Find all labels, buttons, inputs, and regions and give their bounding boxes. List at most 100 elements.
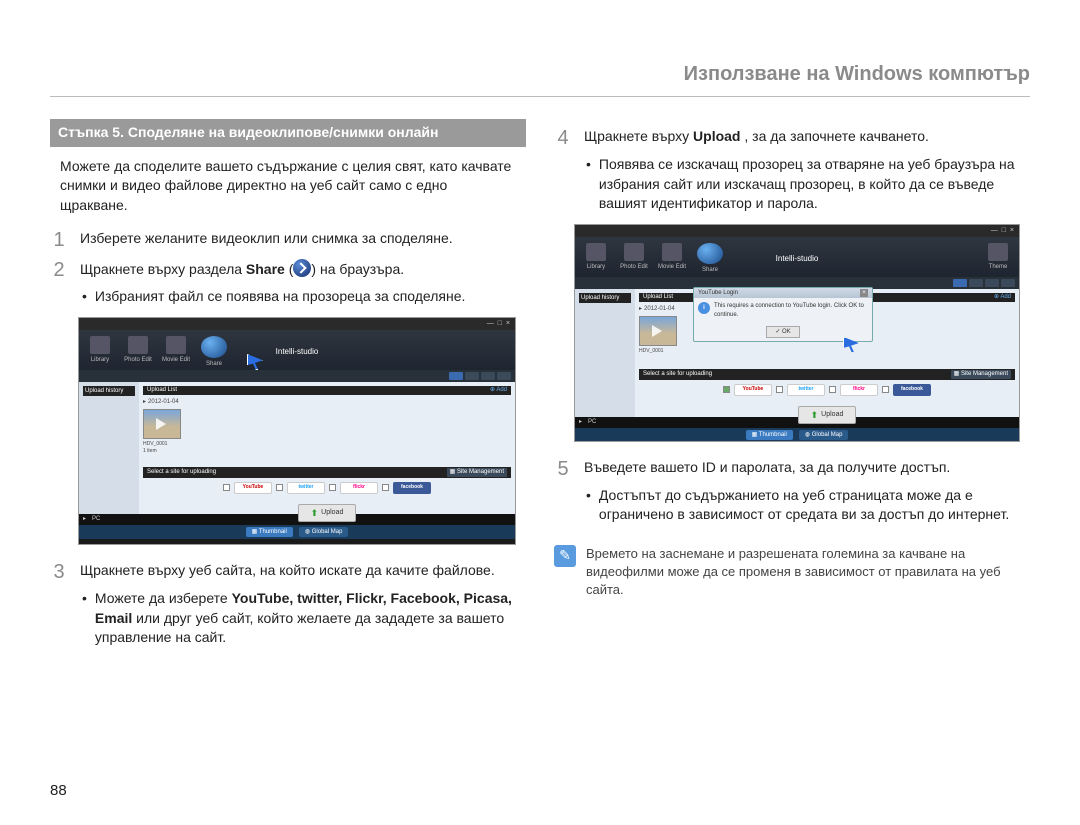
step-1: 1 Изберете желаните видеоклип или снимка… xyxy=(50,229,526,251)
window-controls-icon: — □ × xyxy=(991,226,1015,236)
footer-label: Global Map xyxy=(312,529,343,535)
footer-thumbnail: ▦ Thumbnail xyxy=(746,430,793,440)
toolbar-label: Share xyxy=(206,360,222,368)
view-tab xyxy=(465,372,479,380)
checkbox-icon xyxy=(882,386,889,393)
site-flickr: flickr xyxy=(340,482,378,494)
text-fragment: или друг уеб сайт, който желаете да зада… xyxy=(95,610,504,646)
sidebar-header: Upload history xyxy=(83,386,135,396)
footer-label: Global Map xyxy=(812,432,843,438)
ss-toolbar-wrap: Intelli-studio Library Photo Edit Movie … xyxy=(575,237,1019,277)
right-controls: ▦ Site Management xyxy=(951,370,1011,378)
toolbar-label: Theme xyxy=(989,263,1008,271)
view-tab xyxy=(985,279,999,287)
checkbox-icon xyxy=(382,484,389,491)
site-twitter: twitter xyxy=(287,482,325,494)
text-fragment: , за да започнете качването. xyxy=(744,128,929,144)
site-facebook: facebook xyxy=(893,384,931,396)
share-icon xyxy=(293,259,311,277)
left-column: Стъпка 5. Споделяне на видеоклипове/сним… xyxy=(50,119,526,656)
ss-titlebar: — □ × xyxy=(79,318,515,330)
site-row: YouTube twitter flickr facebook xyxy=(143,478,511,498)
footer-label: Thumbnail xyxy=(259,529,287,535)
dialog-header: YouTube Login × xyxy=(694,288,872,298)
view-tab xyxy=(481,372,495,380)
step-5-text: Въведете вашето ID и паролата, за да пол… xyxy=(584,458,1030,478)
text-fragment: Можете да изберете xyxy=(95,590,232,606)
checkbox-icon xyxy=(776,386,783,393)
info-icon: i xyxy=(698,302,710,314)
ss-tabbar xyxy=(79,370,515,382)
app-title: Intelli-studio xyxy=(276,346,319,357)
video-thumbnail xyxy=(639,316,677,346)
site-youtube: YouTube xyxy=(734,384,772,396)
ss-sidebar: Upload history xyxy=(575,289,635,417)
site-mgmt-button: ▦ Site Management xyxy=(951,370,1011,378)
ok-label: OK xyxy=(782,329,791,335)
checkbox-checked-icon xyxy=(723,386,730,393)
ss-footer: ▦ Thumbnail ◍ Global Map xyxy=(79,525,515,539)
add-label: Add xyxy=(1000,294,1011,300)
ss-titlebar: — □ × xyxy=(575,225,1019,237)
add-button: ⊕ Add xyxy=(490,386,507,394)
toolbar-movie-edit: Movie Edit xyxy=(657,243,687,275)
upload-label: Upload xyxy=(821,410,843,420)
text-fragment: Щракнете върху xyxy=(584,128,693,144)
photo-edit-icon xyxy=(128,336,148,354)
login-dialog: YouTube Login × i This requires a connec… xyxy=(693,287,873,343)
library-icon xyxy=(586,243,606,261)
site-mgmt-label: Site Management xyxy=(457,469,504,475)
date-label: 2012-01-04 xyxy=(148,398,179,406)
site-facebook: facebook xyxy=(393,482,431,494)
step-2-sub: Избраният файл се появява на прозореца з… xyxy=(82,287,526,307)
toolbar-label: Photo Edit xyxy=(124,356,152,364)
theme-icon xyxy=(988,243,1008,261)
text-fragment: Щракнете върху раздела xyxy=(80,261,246,277)
select-site-label: Select a site for uploading xyxy=(643,370,712,378)
toolbar-label: Library xyxy=(587,263,605,271)
toolbar-label: Library xyxy=(91,356,109,364)
video-thumbnail xyxy=(143,409,181,439)
toolbar-label: Movie Edit xyxy=(658,263,686,271)
footer-label: Thumbnail xyxy=(759,432,787,438)
share-label: Share xyxy=(246,261,285,277)
step-3: 3 Щракнете върху уеб сайта, на който иск… xyxy=(50,561,526,583)
pc-label: PC xyxy=(92,515,100,523)
app-title: Intelli-studio xyxy=(776,253,819,264)
add-label: Add xyxy=(496,387,507,393)
upload-arrow-icon: ⬆ xyxy=(311,507,319,520)
ok-button: ✓ OK xyxy=(766,326,799,338)
site-twitter: twitter xyxy=(787,384,825,396)
view-tab xyxy=(449,372,463,380)
ss-sidebar: Upload history xyxy=(79,382,139,514)
upload-list-label: Upload List xyxy=(147,386,177,394)
checkbox-icon xyxy=(829,386,836,393)
upload-bold: Upload xyxy=(693,128,740,144)
site-youtube: YouTube xyxy=(234,482,272,494)
footer-thumbnail: ▦ Thumbnail xyxy=(246,527,293,537)
footer-global-map: ◍ Global Map xyxy=(799,430,849,440)
toolbar-photo-edit: Photo Edit xyxy=(123,336,153,368)
checkbox-icon xyxy=(223,484,230,491)
step-5-sub-text: Достъпът до съдържанието на уеб страница… xyxy=(599,486,1030,525)
screenshot-share: — □ × Intelli-studio Library Photo Edit … xyxy=(78,317,516,545)
step-number: 3 xyxy=(50,561,68,583)
note-box: ✎ Времето на заснемане и разрешената гол… xyxy=(554,545,1030,600)
toolbar-label: Photo Edit xyxy=(620,263,648,271)
upload-button: ⬆Upload xyxy=(298,504,357,523)
toolbar-label: Movie Edit xyxy=(162,356,190,364)
upload-arrow-icon: ⬆ xyxy=(811,409,819,422)
step-3-sub: Можете да изберете YouTube, twitter, Fli… xyxy=(82,589,526,648)
photo-edit-icon xyxy=(624,243,644,261)
ss-main: Upload List ⊕ Add ▸ 2012-01-04 HDV_0001 … xyxy=(139,382,515,514)
page-header: Използване на Windows компютър xyxy=(50,60,1030,97)
dialog-body: i This requires a connection to YouTube … xyxy=(694,298,872,323)
site-mgmt-button: ▦ Site Management xyxy=(447,468,507,476)
upload-label: Upload xyxy=(321,508,343,518)
date-row: ▸ 2012-01-04 xyxy=(143,398,511,406)
view-tab xyxy=(1001,279,1015,287)
toolbar-library: Library xyxy=(581,243,611,275)
item-count: 1 item xyxy=(143,448,511,455)
dialog-title: YouTube Login xyxy=(698,289,738,297)
step-title: Стъпка 5. Споделяне на видеоклипове/сним… xyxy=(50,119,526,147)
